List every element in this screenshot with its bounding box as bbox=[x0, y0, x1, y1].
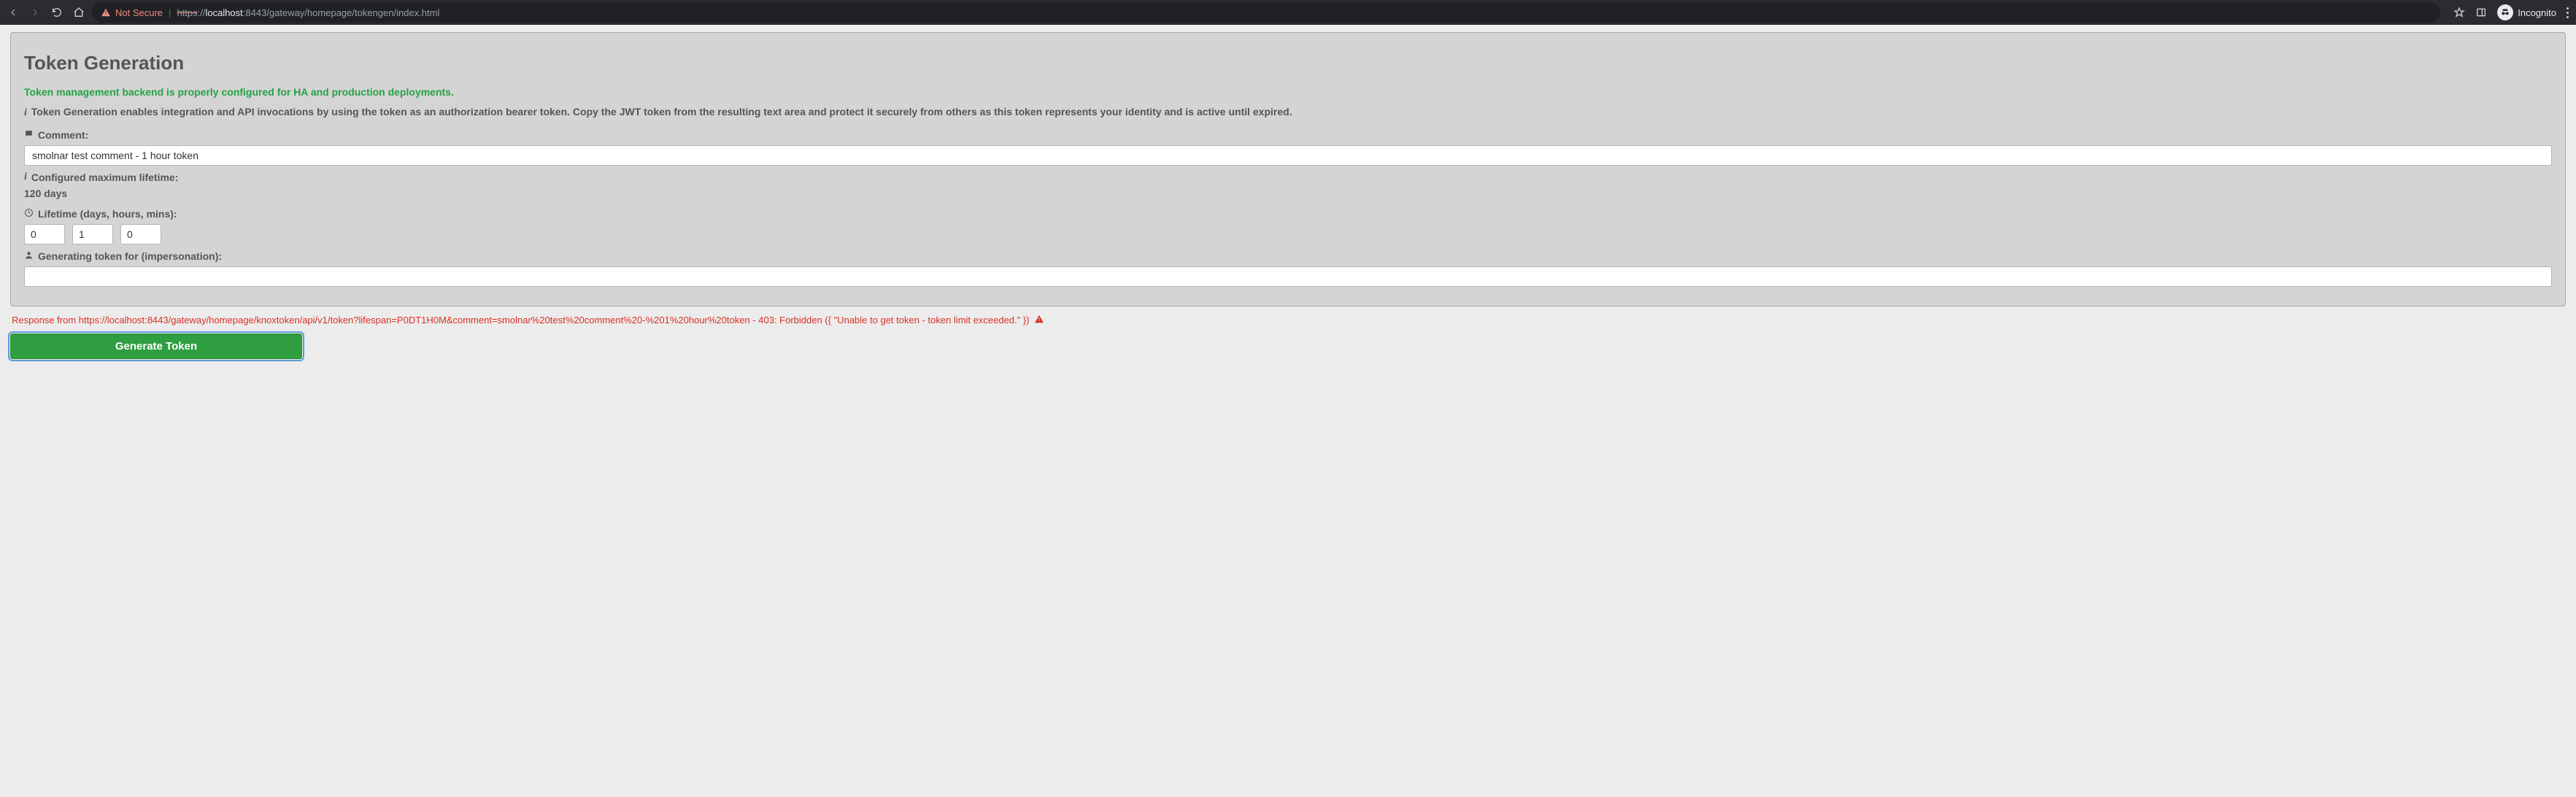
token-generation-panel: Token Generation Token management backen… bbox=[10, 32, 2566, 307]
info-icon: i bbox=[24, 107, 27, 118]
panel-icon[interactable] bbox=[2475, 7, 2487, 18]
warning-icon bbox=[1034, 314, 1044, 326]
max-lifetime-label: i Configured maximum lifetime: bbox=[24, 172, 2552, 183]
reload-icon[interactable] bbox=[51, 7, 63, 18]
impersonation-field: Generating token for (impersonation): bbox=[24, 250, 2552, 287]
forward-icon[interactable] bbox=[29, 7, 41, 18]
url-text: https://localhost:8443/gateway/homepage/… bbox=[177, 7, 439, 18]
description-text: i Token Generation enables integration a… bbox=[24, 105, 2552, 120]
incognito-icon bbox=[2497, 4, 2513, 20]
user-icon bbox=[24, 250, 34, 262]
lifetime-inputs bbox=[24, 224, 2552, 245]
comment-label: Comment: bbox=[24, 129, 2552, 141]
address-bar[interactable]: Not Secure | https://localhost:8443/gate… bbox=[92, 2, 2440, 23]
generate-token-button[interactable]: Generate Token bbox=[10, 334, 302, 359]
chrome-right: Incognito bbox=[2453, 4, 2569, 20]
comment-icon bbox=[24, 129, 34, 141]
home-icon[interactable] bbox=[73, 7, 85, 18]
comment-input[interactable] bbox=[24, 145, 2552, 166]
impersonation-label: Generating token for (impersonation): bbox=[24, 250, 2552, 262]
nav-buttons bbox=[7, 7, 85, 18]
max-lifetime-value: 120 days bbox=[24, 188, 2552, 199]
kebab-menu-icon[interactable] bbox=[2567, 7, 2569, 18]
page: Token Generation Token management backen… bbox=[0, 25, 2576, 374]
page-title: Token Generation bbox=[24, 52, 2552, 74]
bookmark-star-icon[interactable] bbox=[2453, 7, 2465, 18]
impersonation-input[interactable] bbox=[24, 266, 2552, 287]
info-icon: i bbox=[24, 172, 27, 183]
omnibox-separator: | bbox=[169, 7, 171, 18]
incognito-label: Incognito bbox=[2518, 7, 2556, 18]
not-secure-indicator: Not Secure bbox=[101, 7, 163, 18]
browser-chrome: Not Secure | https://localhost:8443/gate… bbox=[0, 0, 2576, 25]
not-secure-label: Not Secure bbox=[115, 7, 163, 18]
max-lifetime-field: i Configured maximum lifetime: 120 days bbox=[24, 172, 2552, 199]
back-icon[interactable] bbox=[7, 7, 19, 18]
incognito-indicator[interactable]: Incognito bbox=[2497, 4, 2556, 20]
lifetime-field: Lifetime (days, hours, mins): bbox=[24, 208, 2552, 245]
status-ok-message: Token management backend is properly con… bbox=[24, 86, 2552, 98]
comment-field: Comment: bbox=[24, 129, 2552, 166]
lifetime-days-input[interactable] bbox=[24, 224, 65, 245]
error-message: Response from https://localhost:8443/gat… bbox=[12, 314, 2564, 326]
clock-icon bbox=[24, 208, 34, 220]
lifetime-label: Lifetime (days, hours, mins): bbox=[24, 208, 2552, 220]
lifetime-hours-input[interactable] bbox=[72, 224, 113, 245]
lifetime-mins-input[interactable] bbox=[120, 224, 161, 245]
